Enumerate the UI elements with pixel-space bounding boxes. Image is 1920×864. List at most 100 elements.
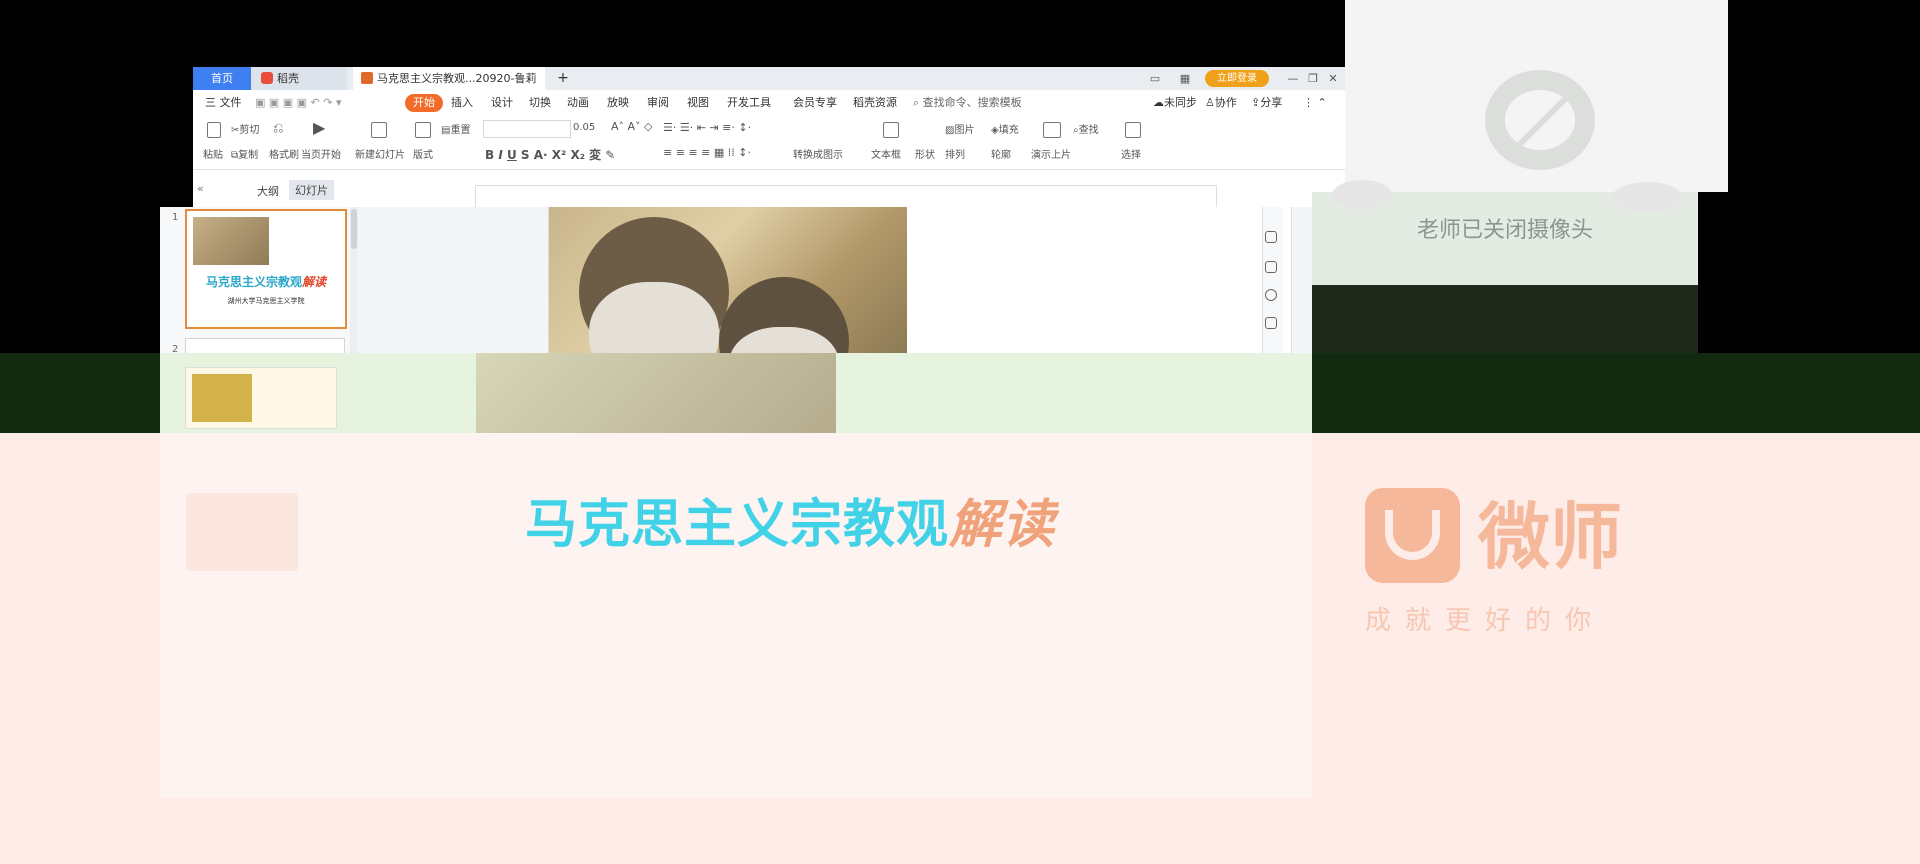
menu-animation[interactable]: 动画 (567, 94, 589, 112)
play-icon[interactable]: ▶ (313, 118, 325, 137)
quick-access-icons[interactable]: ▣ ▣ ▣ ▣ ↶ ↷ ▾ (255, 94, 342, 112)
slide-title-text: 马克思主义宗教观 (525, 495, 950, 555)
login-button[interactable]: 立即登录 (1205, 70, 1269, 87)
tab-document-label: 马克思主义宗教观...20920-鲁莉 (377, 72, 537, 85)
reset-button[interactable]: ▤重置 (441, 121, 470, 136)
present-icon[interactable] (1043, 122, 1061, 138)
sync-status[interactable]: ☁未同步 (1153, 94, 1197, 112)
panel-tabs: « 大纲 幻灯片 (193, 179, 393, 201)
thumbnail-panel: 1 马克思主义宗教观解读 湖州大学马克思主义学院 2 (160, 207, 351, 353)
grid-icon[interactable]: ▦ (1173, 67, 1197, 90)
pin-icon[interactable] (1265, 231, 1277, 243)
fill-icon: ◈ (991, 125, 999, 136)
tab-document[interactable]: 马克思主义宗教观...20920-鲁莉 ✕ (353, 67, 545, 90)
tab-slides[interactable]: 幻灯片 (289, 180, 334, 200)
tab-docer[interactable]: 稻壳 (251, 67, 347, 90)
workspace: 1 马克思主义宗教观解读 湖州大学马克思主义学院 2 (160, 207, 1312, 353)
copy-button[interactable]: ⧉复制 (231, 146, 258, 161)
menu-insert[interactable]: 插入 (451, 94, 473, 112)
new-slide-button[interactable]: 新建幻灯片 (355, 146, 405, 161)
font-size-select[interactable]: 0.05 (573, 122, 595, 133)
text-box-icon[interactable] (883, 122, 899, 138)
cut-label: 剪切 (239, 125, 260, 136)
smartart-button[interactable]: 转换成图示 (793, 146, 843, 161)
paste-icon[interactable] (207, 122, 221, 138)
menu-resources[interactable]: 稻壳资源 (853, 94, 897, 112)
fill-button[interactable]: ◈填充 (991, 121, 1019, 136)
camera-status-text: 老师已关闭摄像头 (1416, 218, 1593, 243)
layout-icon[interactable]: ▭ (1143, 67, 1167, 90)
thumbnail-number: 1 (172, 212, 179, 223)
select-icon[interactable] (1125, 122, 1141, 138)
menu-start[interactable]: 开始 (405, 94, 443, 112)
canvas-backdrop (440, 207, 1312, 353)
search-icon: ⌕ (913, 96, 920, 109)
picture-button[interactable]: ▨图片 (945, 121, 974, 136)
menu-view[interactable]: 视图 (687, 94, 709, 112)
menu-slideshow[interactable]: 放映 (607, 94, 629, 112)
collab-button[interactable]: ♙协作 (1205, 94, 1237, 112)
tab-home[interactable]: 首页 (193, 67, 251, 90)
menu-design[interactable]: 设计 (491, 94, 513, 112)
slide-thumbnail-1[interactable]: 马克思主义宗教观解读 湖州大学马克思主义学院 (185, 209, 347, 329)
ribbon-toolbar: 粘贴 ✂剪切 ⧉复制 ⎌ 格式刷 ▶ 当页开始 新建幻灯片 版式 ▤重置 0.0… (193, 116, 1345, 170)
format-painter-button[interactable]: 格式刷 (269, 146, 299, 161)
thumbnail-number: 2 (172, 344, 179, 353)
text-box-button[interactable]: 文本框 (871, 146, 901, 161)
select-button[interactable]: 选择 (1121, 146, 1141, 161)
arrange-button[interactable]: 排列 (945, 146, 965, 161)
slide-canvas[interactable] (548, 207, 1292, 353)
scroll-thumb[interactable] (351, 209, 357, 249)
text-format-icons[interactable]: B I U S A· X² X₂ 変 ✎ (485, 146, 615, 163)
paste-button[interactable]: 粘贴 (203, 146, 223, 161)
new-slide-icon[interactable] (371, 122, 387, 138)
cut-button[interactable]: ✂剪切 (231, 121, 259, 136)
font-grow-shrink-icons[interactable]: A˄ A˅ ◇ (611, 120, 653, 133)
image-icon[interactable] (1265, 317, 1277, 329)
close-tab-icon[interactable]: ✕ (544, 72, 545, 85)
command-search[interactable]: ⌕ 查找命令、搜索模板 (913, 94, 1022, 112)
cloud-icon: ☁ (1153, 96, 1164, 109)
present-button[interactable]: 演示上片 (1031, 146, 1071, 161)
window-icon[interactable] (1265, 261, 1277, 273)
thumbnail-subtitle: 湖州大学马克思主义学院 (227, 297, 305, 305)
new-tab-button[interactable]: + (553, 67, 573, 90)
outline-button[interactable]: 轮廓 (991, 146, 1011, 161)
right-sidebar (1262, 207, 1283, 353)
picture-label: 图片 (954, 125, 975, 136)
menu-review[interactable]: 审阅 (647, 94, 669, 112)
layout-button[interactable]: 版式 (413, 146, 433, 161)
menu-member[interactable]: 会员专享 (793, 94, 837, 112)
menu-transition[interactable]: 切换 (529, 94, 551, 112)
marx-engels-portrait (549, 207, 907, 353)
format-painter-icon[interactable]: ⎌ (273, 121, 283, 136)
menu-developer[interactable]: 开发工具 (727, 94, 771, 112)
thumbnail-scrollbar[interactable] (350, 207, 358, 353)
docer-icon (261, 72, 273, 84)
close-button[interactable]: ✕ (1321, 67, 1345, 90)
tab-outline[interactable]: 大纲 (257, 183, 279, 199)
slide-thumbnail-2[interactable] (185, 338, 345, 353)
layout-icon[interactable] (415, 122, 431, 138)
share-button[interactable]: ⇪分享 (1251, 94, 1282, 112)
align-icons[interactable]: ≡ ≡ ≡ ≡ ▦ ⁞⁞ ↕· (663, 146, 751, 159)
font-family-select[interactable] (483, 120, 571, 138)
fill-label: 填充 (998, 125, 1019, 136)
shape-button[interactable]: 形状 (915, 146, 935, 161)
list-icons[interactable]: ☰· ☰· ⇤ ⇥ ≡· ↕· (663, 121, 751, 134)
thumbnail-photo (192, 374, 252, 422)
find-button[interactable]: ⌕查找 (1073, 121, 1099, 136)
video-artifact-band-light (160, 353, 1312, 433)
portrait-continuation (476, 353, 836, 433)
sync-status-label: 未同步 (1164, 96, 1197, 109)
thumbnail-title-text: 马克思主义宗教观 (205, 275, 302, 289)
menu-file[interactable]: 三 文件 (205, 94, 242, 112)
slide-thumbnail-3[interactable] (186, 493, 298, 571)
help-icon[interactable] (1265, 289, 1277, 301)
collapse-panel-icon[interactable]: « (197, 182, 204, 195)
slide-title: 马克思主义宗教观解读 (525, 482, 1055, 557)
play-from-start-button[interactable]: 当页开始 (301, 146, 341, 161)
weishi-logo-icon (1365, 488, 1460, 583)
more-icon[interactable]: ⋮ ⌃ (1303, 94, 1327, 112)
thumbnail-portrait-image (193, 217, 269, 265)
